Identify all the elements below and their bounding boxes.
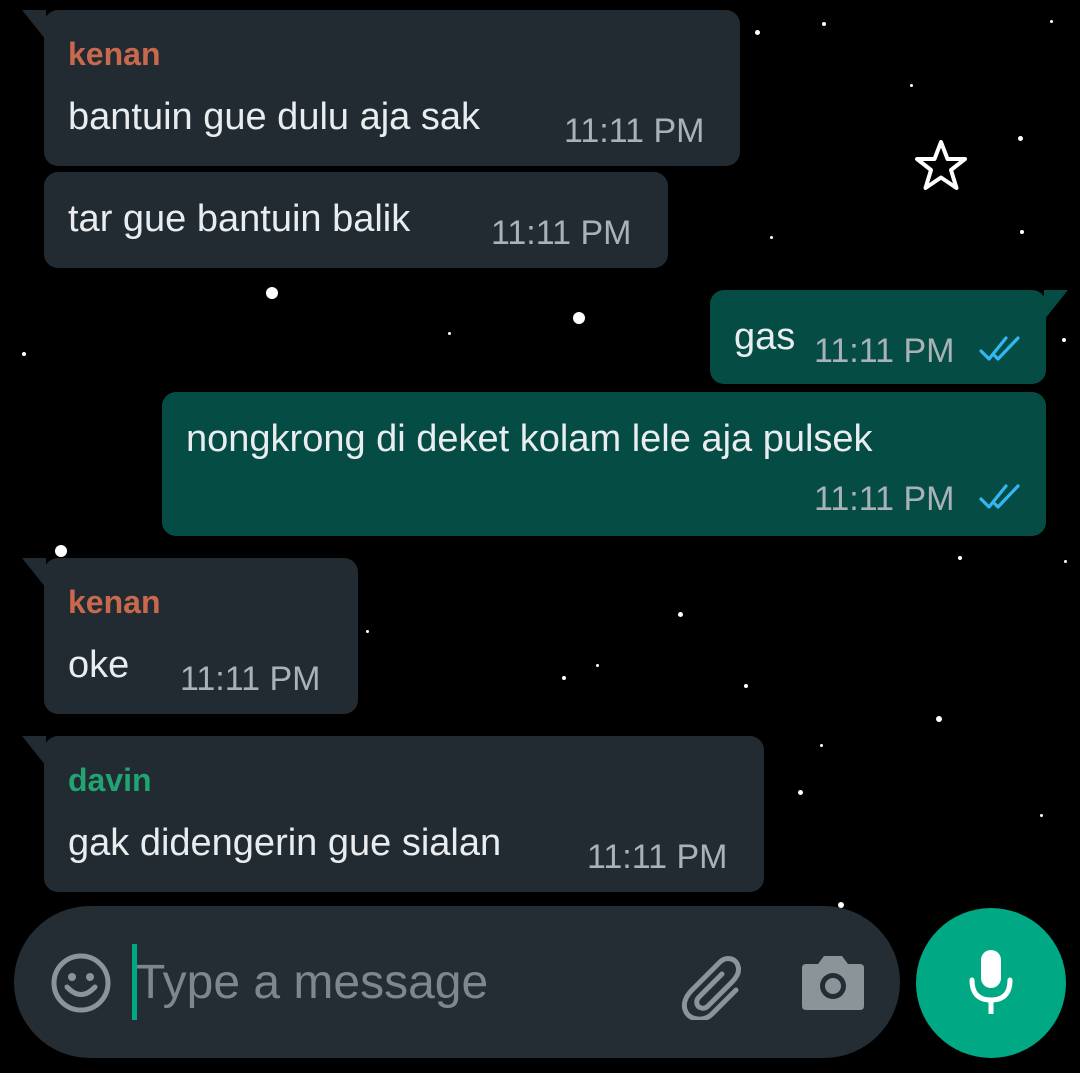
message-bubble-outgoing[interactable]: nongkrong di deket kolam lele aja pulsek… <box>162 392 1046 536</box>
message-bubble-incoming[interactable]: kenan oke 11:11 PM <box>22 558 358 714</box>
message-bubble-incoming[interactable]: tar gue bantuin balik 11:11 PM <box>44 172 668 268</box>
message-time: 11:11 PM <box>491 214 632 252</box>
voice-message-button[interactable] <box>916 908 1066 1058</box>
star-icon <box>915 140 967 190</box>
message-text: nongkrong di deket kolam lele aja pulsek <box>186 418 873 460</box>
chat-screen: kenan bantuin gue dulu aja sak 11:11 PM … <box>0 0 1080 1073</box>
sender-name: kenan <box>68 36 161 72</box>
message-text: gas <box>734 316 796 358</box>
read-receipt-icon <box>979 336 1020 361</box>
message-time: 11:11 PM <box>180 660 321 698</box>
microphone-icon <box>969 950 1013 1014</box>
sender-name: davin <box>68 762 152 798</box>
camera-icon[interactable] <box>800 952 866 1012</box>
message-bubble-outgoing[interactable]: gas 11:11 PM <box>710 290 1068 384</box>
message-text: gak didengerin gue sialan <box>68 822 502 864</box>
message-composer <box>14 906 900 1058</box>
message-time: 11:11 PM <box>814 480 955 518</box>
sender-name: kenan <box>68 584 161 620</box>
message-time: 11:11 PM <box>587 838 728 876</box>
message-time: 11:11 PM <box>564 112 705 150</box>
message-input[interactable] <box>136 944 656 1020</box>
message-time: 11:11 PM <box>814 332 955 370</box>
message-bubble-incoming[interactable]: kenan bantuin gue dulu aja sak 11:11 PM <box>22 10 740 166</box>
message-bubble-incoming[interactable]: davin gak didengerin gue sialan 11:11 PM <box>22 736 764 892</box>
paperclip-icon[interactable] <box>680 950 750 1020</box>
message-text: tar gue bantuin balik <box>68 198 411 240</box>
read-receipt-icon <box>979 484 1020 509</box>
message-text: bantuin gue dulu aja sak <box>68 96 480 138</box>
message-text: oke <box>68 644 130 686</box>
emoji-icon[interactable] <box>50 952 112 1014</box>
